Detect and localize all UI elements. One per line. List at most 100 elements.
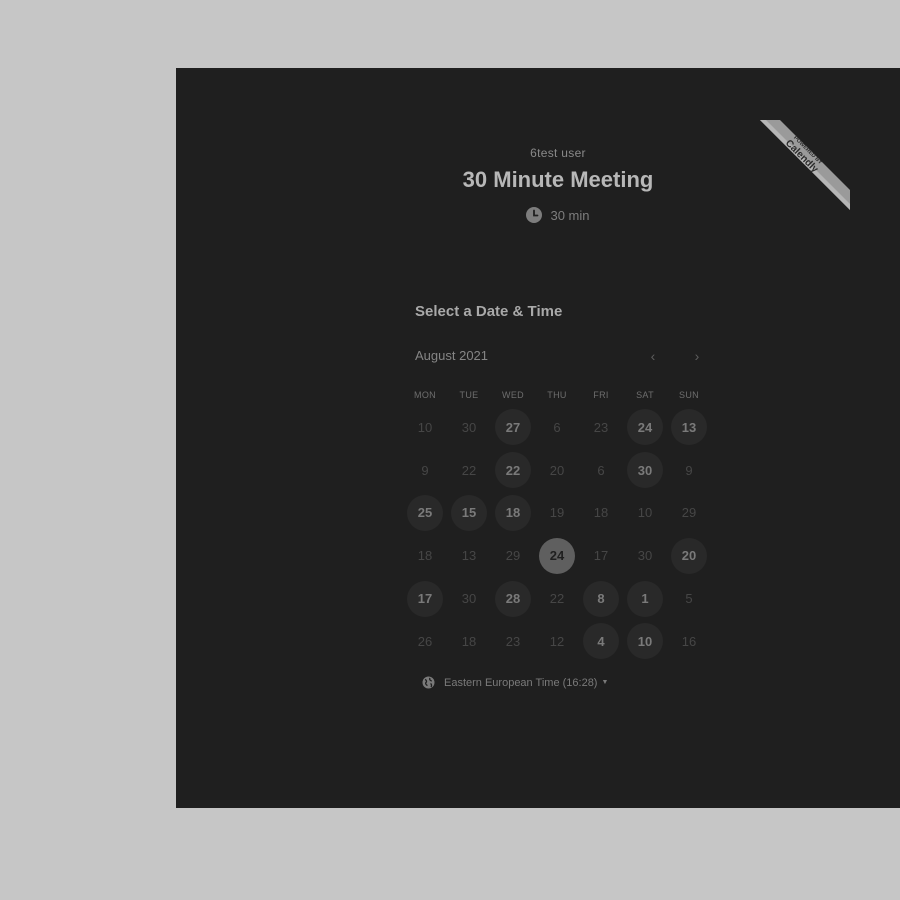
calendar-day-number: 24 [539, 537, 575, 574]
calendar-day: 19 [535, 492, 579, 535]
calendar-day-number: 30 [637, 548, 653, 564]
calendar-day-available[interactable]: 17 [403, 577, 447, 620]
calendar-day-number: 13 [461, 548, 477, 564]
calendar-day-selected[interactable]: 24 [535, 534, 579, 577]
calendar-day: 13 [447, 534, 491, 577]
calendar-day: 26 [403, 620, 447, 663]
calendar-day-available[interactable]: 8 [579, 577, 623, 620]
calendar-day-number: 9 [685, 462, 693, 478]
calendar-day-available[interactable]: 4 [579, 620, 623, 663]
calendar-day-number: 22 [495, 452, 531, 489]
globe-icon [422, 676, 435, 689]
calendar-day-number: 17 [407, 580, 443, 617]
weekday-header-row: MON TUE WED THU FRI SAT SUN [403, 390, 711, 400]
event-owner: 6test user [530, 146, 586, 160]
calendar-day-number: 22 [461, 462, 477, 478]
calendar-day: 6 [579, 449, 623, 492]
calendar-day: 29 [667, 492, 711, 535]
calendar-day-number: 18 [417, 548, 433, 564]
calendar-day-available[interactable]: 18 [491, 492, 535, 535]
calendar-day: 30 [447, 577, 491, 620]
calendar-day: 17 [579, 534, 623, 577]
calendar-day-number: 18 [495, 494, 531, 531]
calendar-day-available[interactable]: 15 [447, 492, 491, 535]
calendar-day-number: 23 [593, 419, 609, 435]
calendar-day: 22 [535, 577, 579, 620]
weekday-label: SUN [679, 390, 699, 400]
calendar-day-number: 30 [627, 452, 663, 489]
calendar-day-number: 28 [495, 580, 531, 617]
weekday-label: MON [414, 390, 436, 400]
event-header: 6test user 30 Minute Meeting 30 min [176, 146, 900, 223]
weekday-label: THU [547, 390, 567, 400]
calendar-day: 5 [667, 577, 711, 620]
calendar-day-number: 18 [461, 633, 477, 649]
calendar-day-number: 17 [593, 548, 609, 564]
calendar-day-number: 10 [637, 505, 653, 521]
previous-month-button[interactable]: ‹ [643, 346, 663, 366]
calendar-day-number: 8 [583, 580, 619, 617]
calendar-day: 18 [579, 492, 623, 535]
calendar-day: 9 [403, 449, 447, 492]
weekday-label: FRI [593, 390, 609, 400]
calendar-day-available[interactable]: 24 [623, 406, 667, 449]
next-month-button[interactable]: › [687, 346, 707, 366]
month-navigation: August 2021 ‹ › [415, 348, 715, 368]
calendar-day-number: 4 [583, 623, 619, 660]
calendar-day-number: 12 [549, 633, 565, 649]
calendar-day-available[interactable]: 10 [623, 620, 667, 663]
calendar-day-number: 30 [461, 419, 477, 435]
calendar-day-number: 10 [627, 623, 663, 660]
calendar-day-available[interactable]: 1 [623, 577, 667, 620]
month-label: August 2021 [415, 348, 489, 363]
calendar-day-number: 18 [593, 505, 609, 521]
calendar-day: 23 [579, 406, 623, 449]
calendar-day-number: 20 [549, 462, 565, 478]
event-duration: 30 min [176, 207, 900, 223]
timezone-selector[interactable]: Eastern European Time (16:28) ▼ [422, 676, 608, 689]
calendar-day-number: 23 [505, 633, 521, 649]
calendar-day-number: 6 [553, 419, 561, 435]
calendar-day: 10 [403, 406, 447, 449]
calendar-day-number: 25 [407, 494, 443, 531]
clock-icon [526, 207, 543, 223]
chevron-left-icon: ‹ [650, 348, 656, 364]
calendar-day: 22 [447, 449, 491, 492]
calendar-day-number: 13 [671, 409, 707, 446]
calendar-day-number: 9 [421, 462, 429, 478]
weekday-label: SAT [636, 390, 654, 400]
calendar-day-available[interactable]: 20 [667, 534, 711, 577]
calendar-day-number: 19 [549, 505, 565, 521]
calendar-day-number: 5 [685, 591, 693, 607]
calendar-day-number: 16 [681, 633, 697, 649]
calendar-day-number: 20 [671, 537, 707, 574]
select-date-time-heading: Select a Date & Time [415, 303, 563, 320]
calendar-day: 29 [491, 534, 535, 577]
calendar-day-available[interactable]: 27 [491, 406, 535, 449]
calendar-day-available[interactable]: 22 [491, 449, 535, 492]
calendar-day-number: 24 [627, 409, 663, 446]
weekday-label: TUE [459, 390, 479, 400]
calendar-day-available[interactable]: 25 [403, 492, 447, 535]
calendar-day: 23 [491, 620, 535, 663]
calendar-day: 9 [667, 449, 711, 492]
calendar-day: 12 [535, 620, 579, 663]
calendar-day: 30 [447, 406, 491, 449]
duration-text: 30 min [550, 207, 590, 223]
calendar-day-available[interactable]: 30 [623, 449, 667, 492]
calendar-day-number: 29 [505, 548, 521, 564]
calendar-day-number: 22 [549, 591, 565, 607]
calendar-day: 6 [535, 406, 579, 449]
calendar-day: 10 [623, 492, 667, 535]
calendar-day-number: 27 [495, 409, 531, 446]
calendar-day: 18 [403, 534, 447, 577]
calendar-day: 30 [623, 534, 667, 577]
scheduling-panel: POWERED BY Calendly 6test user 30 Minute… [176, 68, 900, 808]
calendar-day-number: 1 [627, 580, 663, 617]
calendar-day-grid: 10 30 27 6 23 24 13 9 22 22 20 6 30 9 25 15 18 19 18 10 29 18… [403, 406, 711, 663]
calendar-day-number: 10 [417, 419, 433, 435]
calendar-day-available[interactable]: 28 [491, 577, 535, 620]
calendar-day-available[interactable]: 13 [667, 406, 711, 449]
weekday-label: WED [502, 390, 524, 400]
timezone-label: Eastern European Time (16:28) [444, 676, 598, 689]
